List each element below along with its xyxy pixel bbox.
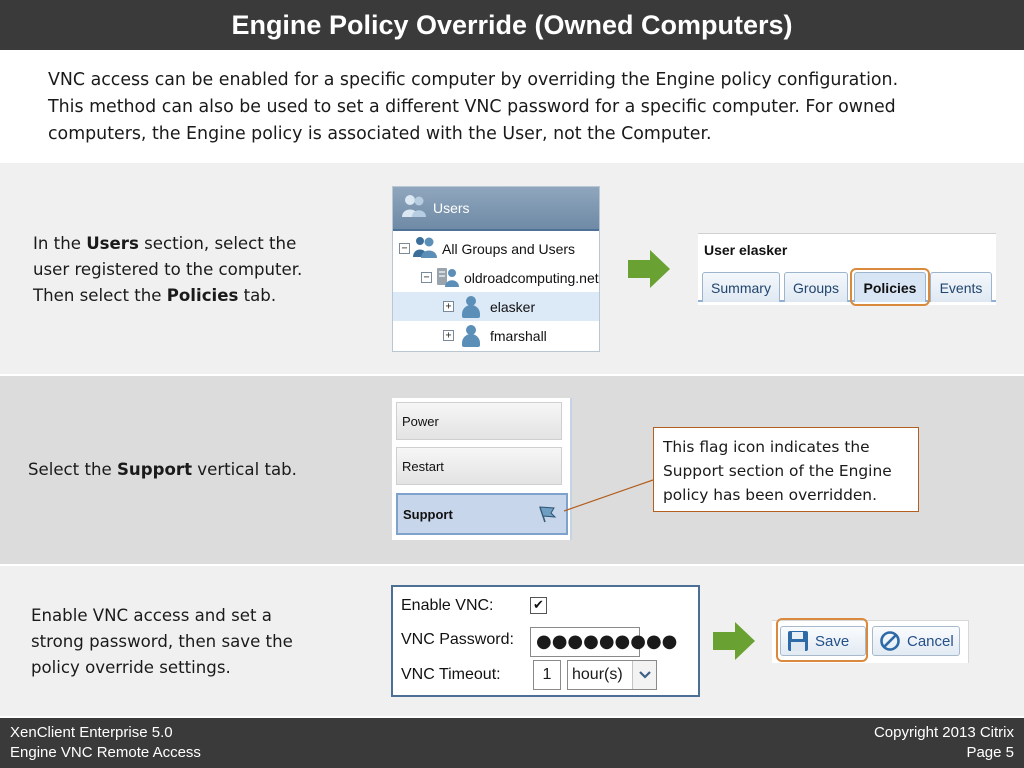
footer: XenClient Enterprise 5.0 Engine VNC Remo…	[0, 718, 1024, 768]
vtab-support-label: Support	[403, 506, 453, 522]
expand-icon[interactable]: +	[443, 301, 454, 312]
user-icon	[460, 295, 482, 319]
footer-copyright: Copyright 2013 Citrix	[873, 724, 1014, 741]
user-tabs: Summary Groups Policies Events	[698, 270, 996, 302]
tab-groups[interactable]: Groups	[784, 272, 848, 302]
vnc-password-field[interactable]: ●●●●●●●●●	[530, 627, 677, 657]
tree-item-all-groups[interactable]: − All Groups and Users	[393, 234, 599, 263]
policies-tab-highlight	[850, 268, 930, 306]
step-3-line-3: policy override settings.	[31, 658, 231, 677]
cancel-icon	[880, 631, 900, 651]
timeout-unit-value: hour(s)	[572, 666, 623, 683]
users-tree-panel: Users − All Groups and Users − oldroadco…	[392, 186, 600, 352]
step-1-policies-bold: Policies	[166, 286, 239, 305]
intro-line-2: This method can also be used to set a di…	[48, 97, 896, 117]
title-bar: Engine Policy Override (Owned Computers)	[0, 0, 1024, 50]
step-2-text-c: vertical tab.	[192, 460, 297, 479]
arrow-right-icon	[628, 250, 670, 288]
step-1-text: In the Users section, select the user re…	[33, 231, 353, 309]
enable-vnc-label: Enable VNC:	[401, 597, 494, 614]
vtab-restart[interactable]: Restart	[396, 447, 562, 485]
user-panel-title: User elasker	[704, 242, 788, 258]
footer-left: XenClient Enterprise 5.0 Engine VNC Remo…	[10, 723, 201, 763]
vertical-tabs: Power Restart Support	[392, 398, 572, 540]
step-1-text-g: tab.	[238, 286, 277, 305]
footer-page-number: Page 5	[966, 744, 1014, 761]
step-1-text-d: user registered to the computer.	[33, 260, 303, 279]
tree-item-fmarshall[interactable]: + fmarshall	[393, 321, 599, 350]
domain-server-icon	[434, 264, 460, 291]
tree-item-domain[interactable]: − oldroadcomputing.net	[393, 263, 599, 292]
step-2-text: Select the Support vertical tab.	[28, 457, 368, 483]
tree-item-label: All Groups and Users	[442, 240, 576, 257]
tab-events[interactable]: Events	[930, 272, 992, 302]
collapse-icon[interactable]: −	[421, 272, 432, 283]
expand-icon[interactable]: +	[443, 330, 454, 341]
vtab-power[interactable]: Power	[396, 402, 562, 440]
slide-title: Engine Policy Override (Owned Computers)	[231, 9, 793, 40]
flag-callout: This flag icon indicates the Support sec…	[653, 427, 919, 512]
override-flag-icon	[539, 506, 557, 523]
step-1-text-e: Then select the	[33, 286, 167, 305]
chevron-down-icon[interactable]	[632, 661, 656, 689]
users-group-icon	[412, 235, 438, 262]
step-3-text: Enable VNC access and set a strong passw…	[31, 603, 351, 681]
cancel-button-label: Cancel	[907, 632, 954, 650]
callout-line-2: Support section of the Engine	[663, 462, 892, 480]
tree-item-elasker[interactable]: + elasker	[393, 292, 599, 321]
vtab-support[interactable]: Support	[396, 493, 568, 535]
enable-vnc-checkbox[interactable]: ✔	[530, 597, 547, 614]
step-3-line-1: Enable VNC access and set a	[31, 606, 272, 625]
vnc-settings-form: Enable VNC: ✔ VNC Password: ●●●●●●●●● VN…	[391, 585, 700, 697]
footer-subtitle: Engine VNC Remote Access	[10, 744, 201, 761]
step-2-support-bold: Support	[116, 460, 193, 479]
cancel-button[interactable]: Cancel	[872, 626, 960, 656]
callout-line-1: This flag icon indicates the	[663, 438, 870, 456]
collapse-icon[interactable]: −	[399, 243, 410, 254]
step-3-line-2: strong password, then save the	[31, 632, 293, 651]
users-panel-header: Users	[393, 187, 599, 231]
vnc-timeout-field[interactable]: 1	[533, 660, 561, 690]
step-1-text-a: In the	[33, 234, 87, 253]
users-icon	[401, 193, 427, 223]
vnc-timeout-label: VNC Timeout:	[401, 666, 501, 683]
intro-line-1: VNC access can be enabled for a specific…	[48, 70, 899, 90]
tree-item-label: oldroadcomputing.net	[464, 269, 599, 286]
footer-right: Copyright 2013 Citrix Page 5	[874, 723, 1014, 763]
users-panel-header-label: Users	[433, 200, 470, 216]
intro-text: VNC access can be enabled for a specific…	[48, 67, 988, 148]
intro-line-3: computers, the Engine policy is associat…	[48, 124, 712, 144]
vnc-password-label: VNC Password:	[401, 631, 514, 648]
save-button-highlight	[776, 618, 868, 662]
vnc-timeout-unit-select[interactable]: hour(s)	[567, 660, 657, 690]
tree-item-label: fmarshall	[490, 327, 547, 344]
callout-leader-line	[563, 479, 654, 512]
tree-item-label: elasker	[490, 298, 536, 315]
step-2-text-a: Select the	[28, 460, 117, 479]
arrow-right-icon	[713, 622, 755, 660]
step-1-text-c: section, select the	[138, 234, 297, 253]
user-detail-panel: User elasker Summary Groups Policies Eve…	[698, 233, 996, 305]
callout-line-3: policy has been overridden.	[663, 486, 877, 504]
user-icon	[460, 324, 482, 348]
footer-product: XenClient Enterprise 5.0	[10, 724, 173, 741]
tab-summary[interactable]: Summary	[702, 272, 780, 302]
step-1-users-bold: Users	[86, 234, 139, 253]
